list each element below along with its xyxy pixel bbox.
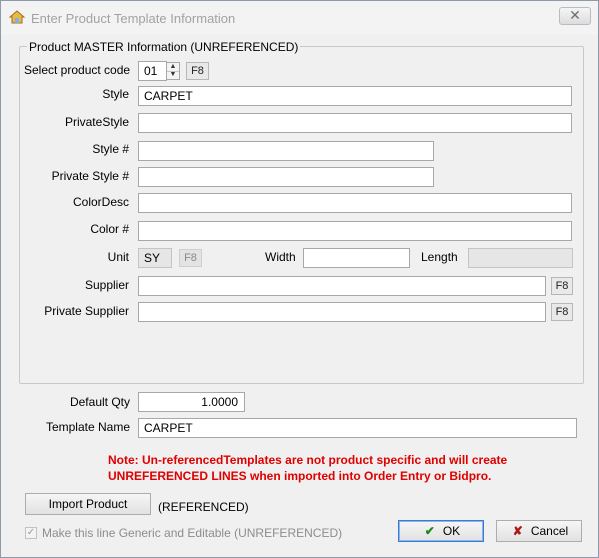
- private-supplier-label: Private Supplier: [44, 304, 129, 318]
- unit-f8-button: F8: [179, 249, 202, 267]
- product-code-label: Select product code: [24, 63, 131, 77]
- cancel-button[interactable]: ✘ Cancel: [496, 520, 582, 542]
- style-input[interactable]: CARPET: [138, 86, 572, 106]
- import-product-label: Import Product: [48, 497, 128, 511]
- close-button[interactable]: ✕: [559, 7, 591, 25]
- width-input[interactable]: [303, 248, 410, 268]
- length-input: [468, 248, 573, 268]
- template-name-input[interactable]: CARPET: [138, 418, 577, 438]
- color-number-input[interactable]: [138, 221, 572, 241]
- color-desc-input[interactable]: [138, 193, 572, 213]
- style-number-label: Style #: [92, 142, 129, 156]
- color-desc-label: ColorDesc: [72, 195, 129, 209]
- ok-button[interactable]: ✔ OK: [398, 520, 484, 542]
- private-style-number-input[interactable]: [138, 167, 434, 187]
- private-supplier-input[interactable]: [138, 302, 546, 322]
- supplier-input[interactable]: [138, 276, 546, 296]
- length-label: Length: [421, 250, 458, 264]
- style-number-input[interactable]: [138, 141, 434, 161]
- note-line-1: Note: Un-referencedTemplates are not pro…: [108, 453, 508, 467]
- generic-checkbox: ✓: [25, 527, 37, 539]
- color-number-label: Color #: [90, 222, 129, 236]
- window-title: Enter Product Template Information: [31, 11, 236, 26]
- title-bar: Enter Product Template Information ✕: [1, 1, 598, 35]
- private-style-label: PrivateStyle: [64, 115, 129, 129]
- product-code-f8-button[interactable]: F8: [186, 62, 209, 80]
- generic-checkbox-label: Make this line Generic and Editable (UNR…: [42, 526, 343, 540]
- supplier-label: Supplier: [84, 278, 129, 292]
- spin-down-icon[interactable]: ▼: [167, 71, 179, 79]
- unit-input: SY: [138, 248, 172, 268]
- check-icon: ✔: [424, 524, 435, 538]
- app-house-icon: [9, 10, 25, 24]
- private-style-number-label: Private Style #: [51, 169, 129, 183]
- group-title: Product MASTER Information (UNREFERENCED…: [27, 40, 301, 54]
- cancel-x-icon: ✘: [512, 524, 523, 538]
- template-name-label: Template Name: [45, 420, 130, 434]
- ok-label: OK: [442, 524, 461, 538]
- dialog-window: Enter Product Template Information ✕ Pro…: [0, 0, 599, 558]
- referenced-label: (REFERENCED): [158, 500, 249, 514]
- unit-label: Unit: [107, 250, 129, 264]
- close-icon: ✕: [569, 7, 581, 23]
- unreferenced-note: Note: Un-referencedTemplates are not pro…: [108, 452, 528, 484]
- private-style-input[interactable]: [138, 113, 572, 133]
- default-qty-label: Default Qty: [69, 395, 130, 409]
- cancel-label: Cancel: [530, 524, 569, 538]
- product-code-spinner[interactable]: ▲ ▼: [166, 62, 180, 80]
- supplier-f8-button[interactable]: F8: [551, 277, 573, 295]
- private-supplier-f8-button[interactable]: F8: [551, 303, 573, 321]
- import-product-button[interactable]: Import Product: [25, 493, 151, 515]
- product-code-input[interactable]: 01: [138, 61, 167, 81]
- style-label: Style: [102, 87, 129, 101]
- note-line-2: UNREFERENCED LINES when imported into Or…: [108, 469, 492, 483]
- width-label: Width: [265, 250, 296, 264]
- default-qty-input[interactable]: 1.0000: [138, 392, 245, 412]
